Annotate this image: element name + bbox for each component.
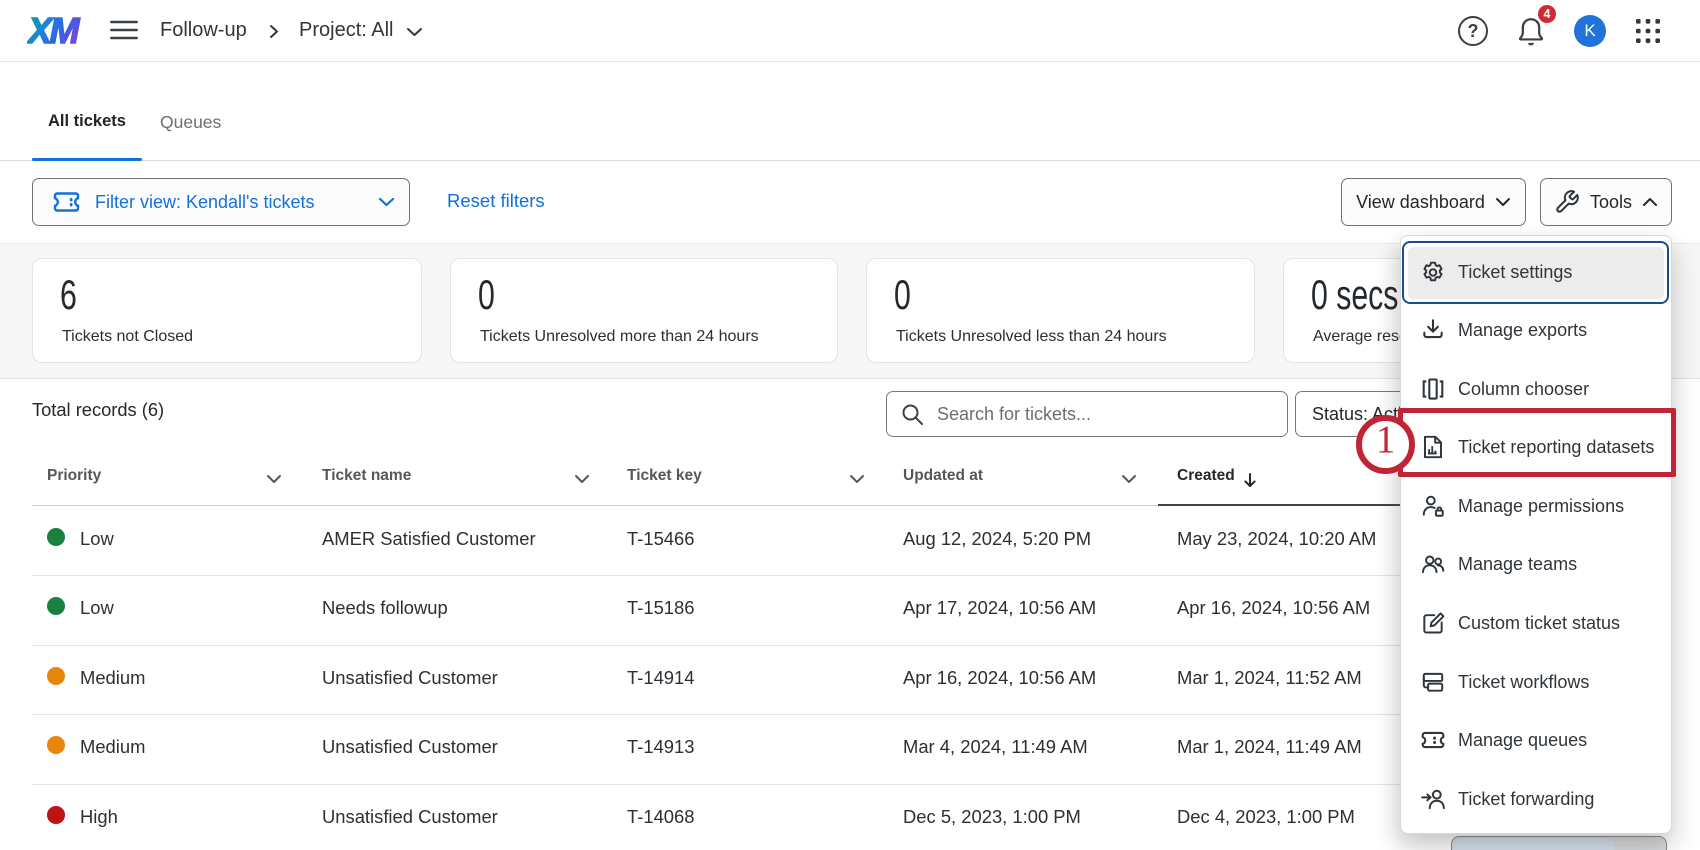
- svg-text:XM: XM: [27, 15, 81, 48]
